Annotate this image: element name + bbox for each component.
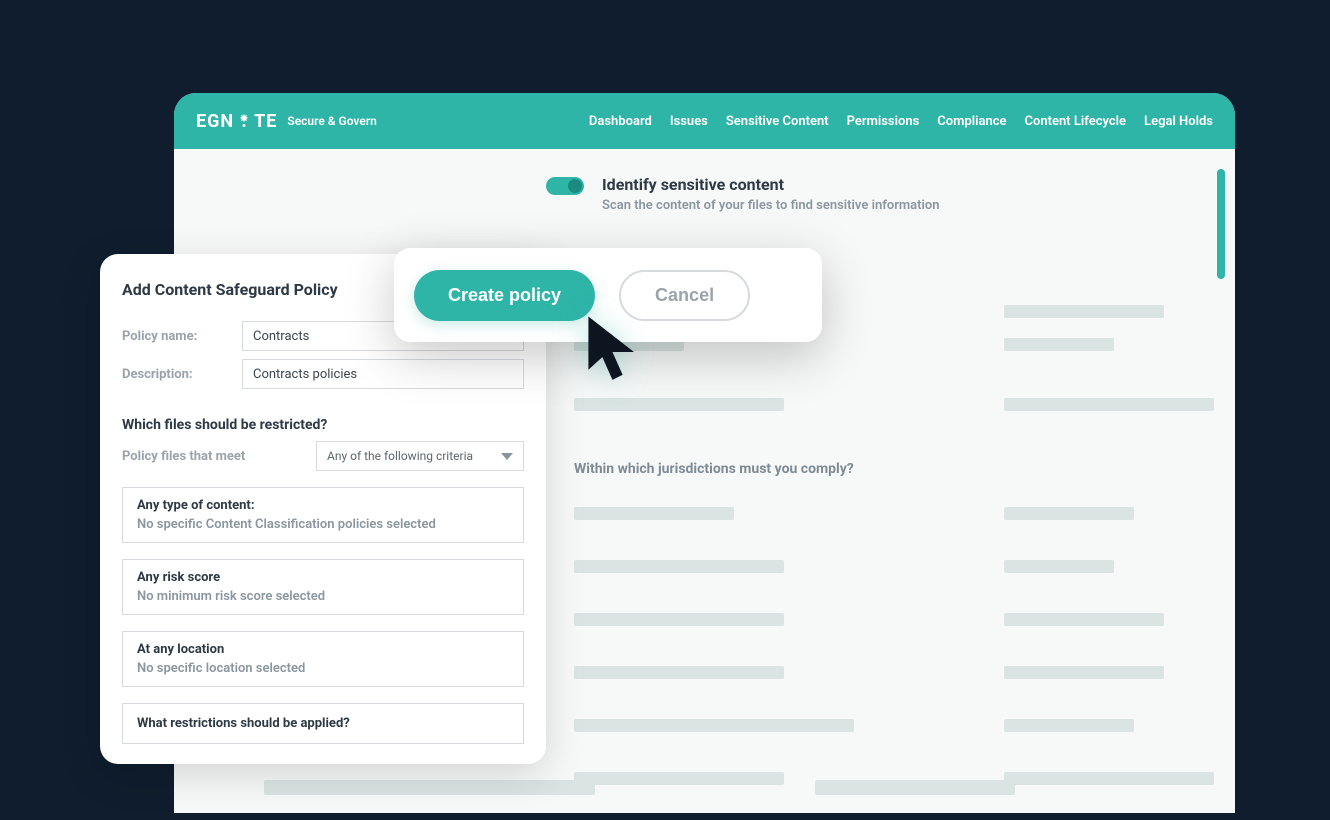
placeholder bbox=[574, 666, 784, 679]
nav-dashboard[interactable]: Dashboard bbox=[589, 114, 652, 129]
placeholder bbox=[1004, 507, 1134, 520]
placeholder bbox=[574, 398, 784, 411]
topbar: EGNTE Secure & Govern Dashboard Issues S… bbox=[174, 93, 1235, 149]
identify-toggle[interactable] bbox=[546, 177, 584, 195]
brand-logo: EGNTE bbox=[196, 111, 277, 132]
jurisdictions-label: Within which jurisdictions must you comp… bbox=[574, 461, 1214, 477]
placeholder bbox=[264, 780, 595, 795]
placeholder bbox=[1004, 338, 1114, 351]
nav-legal-holds[interactable]: Legal Holds bbox=[1144, 114, 1213, 129]
placeholder bbox=[1004, 666, 1164, 679]
bottom-placeholders bbox=[264, 780, 1145, 795]
placeholder bbox=[574, 507, 734, 520]
criteria-sub: No specific location selected bbox=[137, 661, 509, 676]
toggle-title: Identify sensitive content bbox=[602, 175, 940, 194]
criteria-content-type[interactable]: Any type of content: No specific Content… bbox=[122, 487, 524, 543]
dropdown-value: Any of the following criteria bbox=[327, 449, 473, 463]
placeholder bbox=[1004, 719, 1134, 732]
criteria-sub: No minimum risk score selected bbox=[137, 589, 509, 604]
nav-compliance[interactable]: Compliance bbox=[937, 114, 1006, 129]
placeholder bbox=[1004, 560, 1114, 573]
placeholder bbox=[1004, 613, 1164, 626]
criteria-title: Any risk score bbox=[137, 570, 509, 585]
toggle-sub: Scan the content of your files to find s… bbox=[602, 198, 940, 213]
scrollbar[interactable] bbox=[1217, 169, 1225, 279]
restrictions-label: What restrictions should be applied? bbox=[137, 716, 509, 731]
main-area: Identify sensitive content Scan the cont… bbox=[174, 149, 1235, 239]
placeholder bbox=[1004, 398, 1214, 411]
policy-name-label: Policy name: bbox=[122, 329, 242, 344]
toggle-row: Identify sensitive content Scan the cont… bbox=[546, 175, 1203, 213]
placeholder bbox=[815, 780, 1015, 795]
criteria-dropdown[interactable]: Any of the following criteria bbox=[316, 441, 524, 471]
nav-sensitive-content[interactable]: Sensitive Content bbox=[726, 114, 829, 129]
criteria-title: Any type of content: bbox=[137, 498, 509, 513]
meet-label: Policy files that meet bbox=[122, 449, 245, 464]
placeholder bbox=[574, 719, 854, 732]
criteria-title: At any location bbox=[137, 642, 509, 657]
placeholder-area: Within which jurisdictions must you comp… bbox=[574, 305, 1193, 785]
nav-permissions[interactable]: Permissions bbox=[847, 114, 920, 129]
placeholder bbox=[1004, 305, 1164, 318]
toggle-text: Identify sensitive content Scan the cont… bbox=[602, 175, 940, 213]
chevron-down-icon bbox=[501, 453, 513, 460]
create-policy-button[interactable]: Create policy bbox=[414, 270, 595, 321]
criteria-sub: No specific Content Classification polic… bbox=[137, 517, 509, 532]
criteria-location[interactable]: At any location No specific location sel… bbox=[122, 631, 524, 687]
placeholder bbox=[574, 560, 784, 573]
brand: EGNTE Secure & Govern bbox=[196, 111, 377, 132]
cancel-button[interactable]: Cancel bbox=[619, 270, 750, 321]
brand-sub: Secure & Govern bbox=[287, 114, 376, 128]
restrictions-section[interactable]: What restrictions should be applied? bbox=[122, 703, 524, 744]
description-input[interactable] bbox=[242, 359, 524, 389]
description-label: Description: bbox=[122, 367, 242, 382]
topnav: Dashboard Issues Sensitive Content Permi… bbox=[589, 114, 1213, 129]
nav-content-lifecycle[interactable]: Content Lifecycle bbox=[1025, 114, 1127, 129]
placeholder bbox=[574, 613, 784, 626]
nav-issues[interactable]: Issues bbox=[670, 114, 708, 129]
restrict-section-label: Which files should be restricted? bbox=[122, 417, 524, 433]
action-popover: Create policy Cancel bbox=[394, 248, 822, 342]
criteria-risk-score[interactable]: Any risk score No minimum risk score sel… bbox=[122, 559, 524, 615]
